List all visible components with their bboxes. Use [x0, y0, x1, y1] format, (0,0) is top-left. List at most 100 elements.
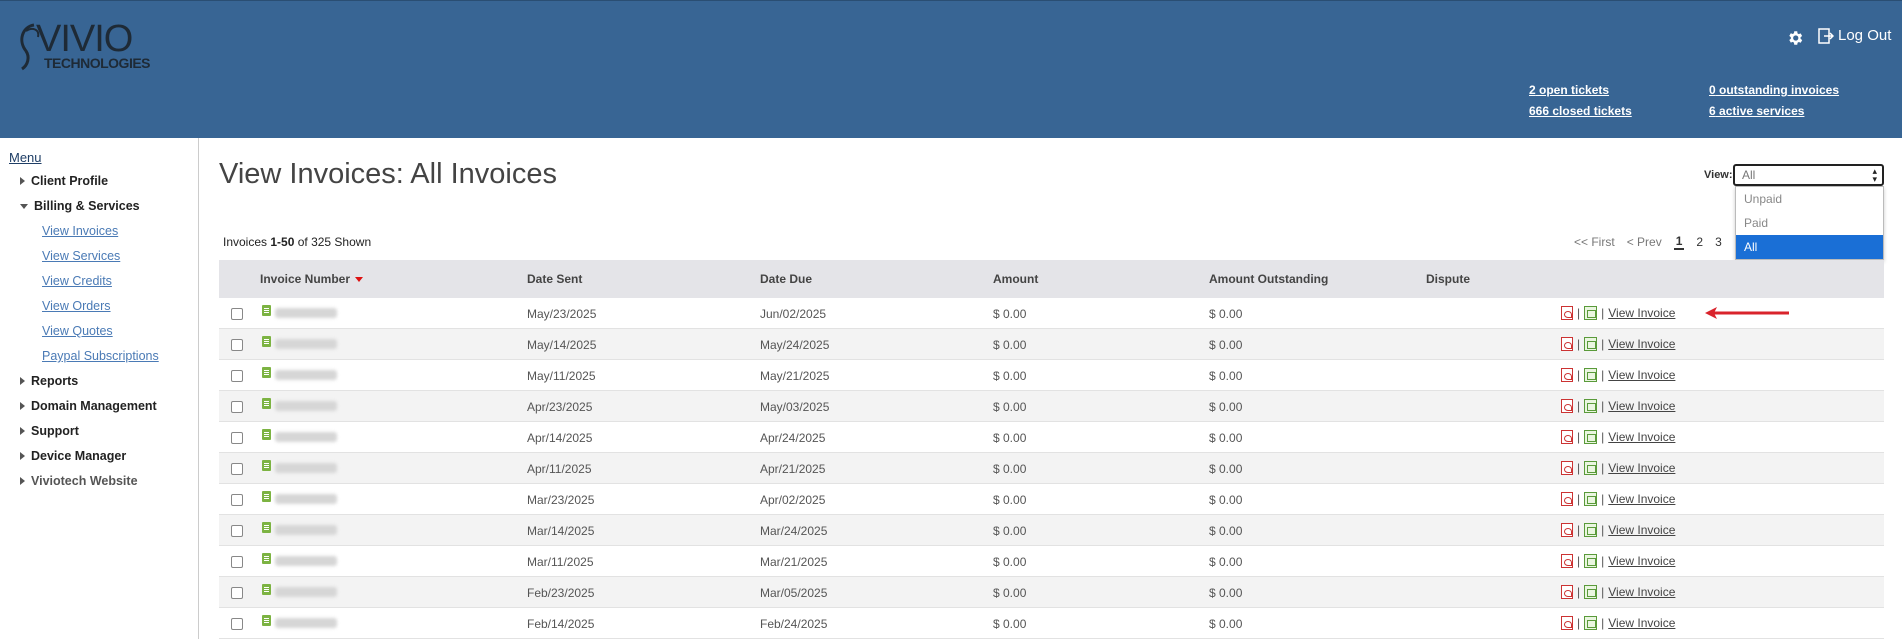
vivio-logo[interactable]: VIVIO TECHNOLOGIES: [16, 19, 156, 73]
gear-icon[interactable]: [1786, 29, 1804, 47]
sidebar-item-viviotech-website[interactable]: Viviotech Website: [20, 474, 138, 488]
spreadsheet-icon[interactable]: [1584, 368, 1598, 382]
action-separator: |: [1601, 306, 1605, 320]
invoice-number-redacted[interactable]: [275, 618, 337, 628]
spreadsheet-icon[interactable]: [1584, 492, 1598, 506]
action-separator: |: [1577, 306, 1581, 320]
col-date-due[interactable]: Date Due: [760, 272, 812, 286]
pdf-icon[interactable]: [1561, 461, 1573, 475]
view-invoice-link[interactable]: View Invoice: [1608, 368, 1675, 382]
pdf-icon[interactable]: [1561, 585, 1573, 599]
row-checkbox[interactable]: [231, 401, 243, 413]
pager-page-1[interactable]: 1: [1673, 234, 1685, 250]
view-option-paid[interactable]: Paid: [1736, 211, 1883, 235]
sidebar-item-label: Domain Management: [31, 399, 157, 413]
pager-page-3[interactable]: 3: [1715, 235, 1722, 249]
spreadsheet-icon[interactable]: [1584, 461, 1598, 475]
view-invoice-link[interactable]: View Invoice: [1608, 492, 1675, 506]
invoice-number-redacted[interactable]: [275, 463, 337, 473]
pager-page-2[interactable]: 2: [1696, 235, 1703, 249]
col-amount-outstanding[interactable]: Amount Outstanding: [1209, 272, 1328, 286]
col-amount[interactable]: Amount: [993, 272, 1038, 286]
row-checkbox[interactable]: [231, 370, 243, 382]
pdf-icon[interactable]: [1561, 368, 1573, 382]
spreadsheet-icon[interactable]: [1584, 585, 1598, 599]
view-invoice-link[interactable]: View Invoice: [1608, 399, 1675, 413]
sort-desc-icon: [355, 277, 364, 283]
row-checkbox[interactable]: [231, 432, 243, 444]
invoice-number-redacted[interactable]: [275, 525, 337, 535]
invoice-number-redacted[interactable]: [275, 401, 337, 411]
row-checkbox[interactable]: [231, 494, 243, 506]
pdf-icon[interactable]: [1561, 306, 1573, 320]
sidebar-item-domain-management[interactable]: Domain Management: [20, 399, 157, 413]
col-invoice-number[interactable]: Invoice Number: [260, 272, 364, 286]
active-services-link[interactable]: 6 active services: [1709, 104, 1804, 118]
view-invoice-link[interactable]: View Invoice: [1608, 306, 1675, 320]
spreadsheet-icon[interactable]: [1584, 337, 1598, 351]
row-checkbox[interactable]: [231, 556, 243, 568]
spreadsheet-icon[interactable]: [1584, 399, 1598, 413]
col-date-sent[interactable]: Date Sent: [527, 272, 582, 286]
view-invoice-link[interactable]: View Invoice: [1608, 337, 1675, 351]
row-checkbox[interactable]: [231, 525, 243, 537]
invoice-number-redacted[interactable]: [275, 339, 337, 349]
sidebar-sub-view-services[interactable]: View Services: [42, 249, 120, 263]
invoice-number-redacted[interactable]: [275, 587, 337, 597]
sidebar-item-support[interactable]: Support: [20, 424, 79, 438]
pdf-icon[interactable]: [1561, 523, 1573, 537]
view-invoice-link[interactable]: View Invoice: [1608, 554, 1675, 568]
open-tickets-link[interactable]: 2 open tickets: [1529, 83, 1609, 97]
logout-button[interactable]: Log Out: [1818, 27, 1891, 44]
sidebar-sub-view-quotes[interactable]: View Quotes: [42, 324, 113, 338]
menu-link[interactable]: Menu: [9, 150, 42, 165]
pdf-icon[interactable]: [1561, 492, 1573, 506]
spreadsheet-icon[interactable]: [1584, 430, 1598, 444]
active-services-label: active services: [1715, 104, 1805, 118]
row-checkbox[interactable]: [231, 463, 243, 475]
invoice-number-redacted[interactable]: [275, 556, 337, 566]
invoice-number-redacted[interactable]: [275, 370, 337, 380]
view-invoice-link[interactable]: View Invoice: [1608, 585, 1675, 599]
spreadsheet-icon[interactable]: [1584, 523, 1598, 537]
closed-tickets-link[interactable]: 666 closed tickets: [1529, 104, 1632, 118]
row-actions: | | View Invoice: [1561, 461, 1675, 475]
sidebar-sub-paypal-subscriptions[interactable]: Paypal Subscriptions: [42, 349, 159, 363]
sidebar-item-device-manager[interactable]: Device Manager: [20, 449, 126, 463]
pager-first[interactable]: << First: [1574, 235, 1615, 249]
view-invoice-link[interactable]: View Invoice: [1608, 616, 1675, 630]
view-option-all[interactable]: All: [1736, 235, 1883, 259]
view-invoice-link[interactable]: View Invoice: [1608, 430, 1675, 444]
results-count-prefix: Invoices: [223, 235, 271, 249]
row-checkbox[interactable]: [231, 618, 243, 630]
row-checkbox[interactable]: [231, 339, 243, 351]
invoice-number-redacted[interactable]: [275, 308, 337, 318]
pdf-icon[interactable]: [1561, 616, 1573, 630]
invoice-number-redacted[interactable]: [275, 432, 337, 442]
view-filter-select[interactable]: All ▴ ▾: [1733, 164, 1884, 186]
spreadsheet-icon[interactable]: [1584, 554, 1598, 568]
view-invoice-link[interactable]: View Invoice: [1608, 523, 1675, 537]
sidebar-item-billing-services[interactable]: Billing & Services: [20, 199, 140, 213]
pager-prev[interactable]: < Prev: [1627, 235, 1662, 249]
spreadsheet-icon[interactable]: [1584, 616, 1598, 630]
pdf-icon[interactable]: [1561, 430, 1573, 444]
pdf-icon[interactable]: [1561, 399, 1573, 413]
sidebar-item-client-profile[interactable]: Client Profile: [20, 174, 108, 188]
outstanding-invoices-link[interactable]: 0 outstanding invoices: [1709, 83, 1839, 97]
spreadsheet-icon[interactable]: [1584, 306, 1598, 320]
row-checkbox[interactable]: [231, 587, 243, 599]
pdf-icon[interactable]: [1561, 337, 1573, 351]
view-option-unpaid[interactable]: Unpaid: [1736, 187, 1883, 211]
sidebar-sub-view-orders[interactable]: View Orders: [42, 299, 111, 313]
sidebar-item-reports[interactable]: Reports: [20, 374, 78, 388]
col-dispute[interactable]: Dispute: [1426, 272, 1470, 286]
view-invoice-link[interactable]: View Invoice: [1608, 461, 1675, 475]
sidebar-sub-view-invoices[interactable]: View Invoices: [42, 224, 118, 238]
cell-amount: $ 0.00: [993, 555, 1027, 569]
pdf-icon[interactable]: [1561, 554, 1573, 568]
sidebar-sub-view-credits[interactable]: View Credits: [42, 274, 112, 288]
row-checkbox[interactable]: [231, 308, 243, 320]
invoice-number-redacted[interactable]: [275, 494, 337, 504]
invoice-document-icon: [262, 491, 271, 502]
